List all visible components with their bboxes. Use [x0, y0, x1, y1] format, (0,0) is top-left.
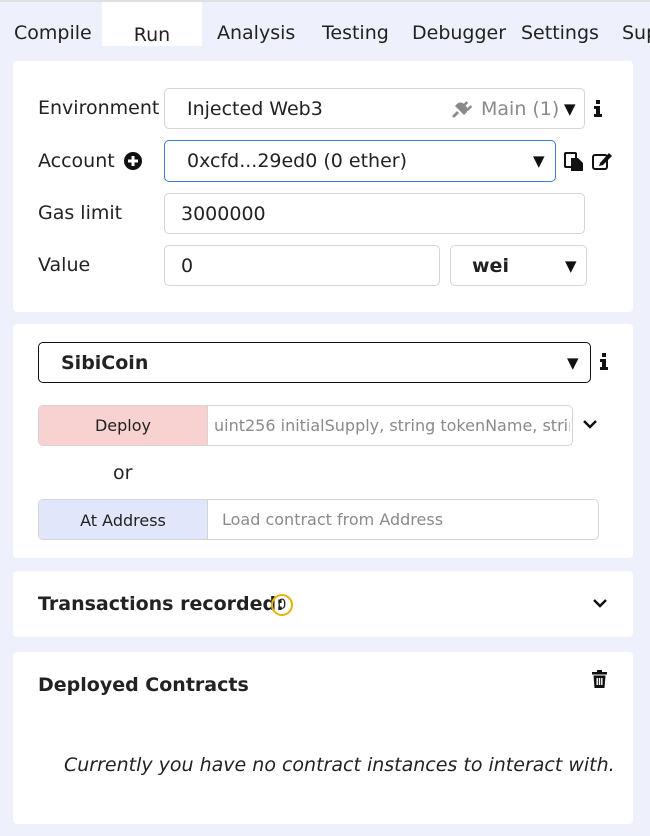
trash-icon[interactable]: [592, 670, 607, 688]
account-select[interactable]: 0xcfd...29ed0 (0 ether) ▼: [164, 140, 556, 182]
chevron-down-icon[interactable]: [592, 598, 608, 610]
transactions-label: Transactions recorded:: [38, 593, 284, 615]
info-icon[interactable]: [600, 353, 608, 370]
tab-analysis[interactable]: Analysis: [217, 20, 295, 46]
value-unit-select[interactable]: wei ▼: [450, 245, 587, 286]
gas-limit-label: Gas limit: [38, 202, 123, 224]
contract-name: SibiCoin: [61, 352, 149, 374]
at-address-button[interactable]: At Address: [39, 500, 207, 539]
tab-compile[interactable]: Compile: [14, 20, 92, 46]
tab-debugger[interactable]: Debugger: [412, 20, 506, 46]
environment-value: Injected Web3: [187, 98, 323, 120]
chevron-down-icon: ▼: [533, 152, 545, 170]
environment-select[interactable]: Injected Web3 Main (1) ▼: [164, 88, 585, 129]
tab-support[interactable]: Sup: [622, 20, 650, 46]
gas-limit-input[interactable]: 3000000: [164, 193, 585, 234]
value-input[interactable]: 0: [164, 245, 440, 286]
gas-limit-value: 3000000: [181, 203, 266, 225]
copy-icon[interactable]: [564, 152, 584, 172]
value-unit: wei: [472, 255, 509, 277]
tab-run[interactable]: Run: [102, 2, 202, 46]
address-input[interactable]: Load contract from Address: [222, 500, 592, 539]
account-label: Account: [38, 150, 115, 172]
divider: [207, 500, 208, 539]
divider: [207, 406, 208, 445]
chevron-down-icon: ▼: [567, 354, 579, 372]
or-label: or: [113, 462, 133, 484]
transactions-count-badge: 0: [271, 594, 293, 616]
plug-icon: [451, 99, 473, 119]
environment-label: Environment: [38, 97, 160, 119]
value-label: Value: [38, 254, 91, 276]
add-account-icon[interactable]: [124, 152, 142, 170]
value-amount: 0: [181, 255, 194, 277]
account-value: 0xcfd...29ed0 (0 ether): [187, 150, 408, 172]
chevron-down-icon: ▼: [565, 257, 577, 275]
tab-settings[interactable]: Settings: [521, 20, 599, 46]
edit-icon[interactable]: [592, 151, 613, 171]
network-label: Main (1): [481, 98, 560, 120]
chevron-down-icon[interactable]: [582, 419, 598, 431]
info-icon[interactable]: [594, 100, 602, 117]
at-address-row: At Address Load contract from Address: [38, 499, 599, 540]
deployed-contracts-title: Deployed Contracts: [38, 674, 249, 696]
empty-contracts-message: Currently you have no contract instances…: [64, 754, 615, 776]
deploy-params-input[interactable]: uint256 initialSupply, string tokenName,…: [214, 406, 570, 445]
contract-select[interactable]: SibiCoin ▼: [38, 342, 591, 383]
tab-testing[interactable]: Testing: [322, 20, 389, 46]
deploy-row: Deploy uint256 initialSupply, string tok…: [38, 405, 573, 446]
chevron-down-icon: ▼: [564, 100, 576, 118]
deploy-button[interactable]: Deploy: [39, 406, 207, 445]
